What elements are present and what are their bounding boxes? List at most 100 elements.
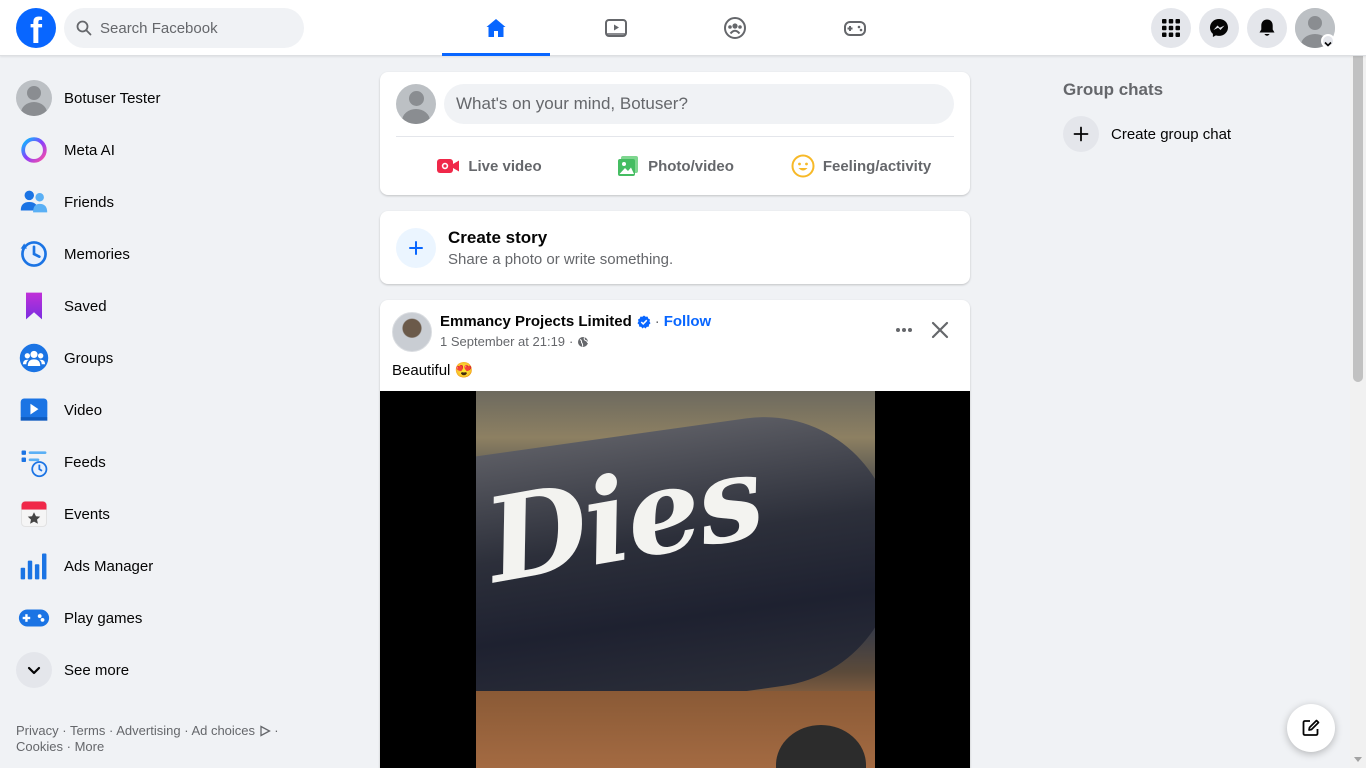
post-author-avatar[interactable] — [392, 312, 432, 352]
sidebar-item-friends[interactable]: Friends — [8, 176, 348, 228]
sidebar-item-memories[interactable]: Memories — [8, 228, 348, 280]
create-story-title: Create story — [448, 228, 548, 247]
sidebar-item-ads-manager[interactable]: Ads Manager — [8, 540, 348, 592]
facebook-logo[interactable]: f — [16, 8, 56, 48]
post-options-button[interactable] — [888, 314, 920, 346]
tab-home[interactable] — [442, 0, 550, 56]
sidebar-item-label: Meta AI — [64, 141, 115, 159]
hide-post-button[interactable] — [924, 314, 956, 346]
groups-icon — [16, 340, 52, 376]
sidebar-item-groups[interactable]: Groups — [8, 332, 348, 384]
tab-video[interactable] — [562, 0, 670, 56]
sidebar-item-label: Ads Manager — [64, 557, 154, 575]
video-icon — [16, 392, 52, 428]
post-meta: 1 September at 21:19 · — [440, 334, 589, 349]
sidebar-item-feeds[interactable]: Feeds — [8, 436, 348, 488]
scrollbar-thumb[interactable] — [1353, 16, 1363, 382]
feeling-icon — [791, 154, 815, 178]
live-video-button[interactable]: Live video — [396, 146, 582, 186]
search-input[interactable] — [100, 19, 290, 37]
sidebar-item-label: Friends — [64, 193, 115, 211]
play-games-icon — [16, 600, 52, 636]
tab-groups[interactable] — [681, 0, 789, 56]
new-message-button[interactable] — [1287, 704, 1335, 752]
search-icon — [76, 20, 92, 36]
sidebar-item-label: Play games — [64, 609, 143, 627]
see-more-icon-wrap — [16, 652, 52, 688]
feeling-activity-button[interactable]: Feeling/activity — [768, 146, 954, 186]
footer-link-privacy[interactable]: Privacy — [16, 723, 59, 738]
sidebar-item-label: Video — [64, 401, 103, 419]
footer-sep: · — [62, 723, 67, 738]
post-header: Emmancy Projects Limited · Follow — [440, 313, 711, 330]
plus-icon-wrap — [1063, 116, 1099, 152]
events-icon — [16, 496, 52, 532]
sidebar-item-play-games[interactable]: Play games — [8, 592, 348, 644]
video-icon — [605, 19, 627, 37]
feeling-activity-label: Feeling/activity — [822, 157, 932, 175]
top-navigation-bar: f — [0, 0, 1366, 56]
friends-icon — [16, 184, 52, 220]
compose-icon — [1302, 719, 1320, 736]
ads-manager-icon — [16, 548, 52, 584]
footer-link-advertising[interactable]: Advertising — [116, 723, 180, 738]
follow-button[interactable]: Follow — [664, 313, 712, 330]
notifications-button[interactable] — [1247, 8, 1287, 48]
footer-sep: · — [109, 723, 114, 738]
sidebar-item-events[interactable]: Events — [8, 488, 348, 540]
groups-icon — [724, 17, 746, 39]
profile-avatar — [16, 80, 52, 116]
footer-sep: · — [274, 723, 279, 738]
verified-badge-icon — [637, 315, 651, 328]
composer-avatar[interactable] — [396, 84, 436, 124]
left-sidebar: Botuser Tester Meta AI Friends Memories … — [8, 72, 348, 696]
footer-link-cookies[interactable]: Cookies — [16, 739, 63, 754]
sidebar-item-profile[interactable]: Botuser Tester — [8, 72, 348, 124]
footer-link-more[interactable]: More — [75, 739, 105, 754]
sidebar-item-label: Memories — [64, 245, 130, 263]
messenger-icon — [1210, 19, 1228, 37]
account-caret[interactable] — [1321, 34, 1335, 48]
scroll-down-arrow[interactable] — [1354, 757, 1362, 762]
sidebar-item-label: Groups — [64, 349, 114, 367]
close-icon — [931, 321, 949, 339]
menu-button[interactable] — [1151, 8, 1191, 48]
status-input[interactable]: What's on your mind, Botuser? — [444, 84, 954, 124]
sidebar-item-meta-ai[interactable]: Meta AI — [8, 124, 348, 176]
footer-link-ad-choices[interactable]: Ad choices — [191, 723, 255, 738]
post-media[interactable]: Dies — [380, 391, 970, 768]
separator: · — [654, 313, 660, 330]
divider — [396, 136, 954, 137]
sidebar-item-saved[interactable]: Saved — [8, 280, 348, 332]
saved-icon — [16, 288, 52, 324]
home-icon — [486, 19, 506, 37]
gaming-icon — [844, 21, 866, 36]
memories-icon — [16, 236, 52, 272]
live-video-label: Live video — [468, 157, 542, 175]
globe-icon — [578, 336, 589, 347]
sidebar-item-label: Events — [64, 505, 110, 523]
plus-icon — [409, 241, 423, 255]
create-story-button[interactable] — [396, 228, 436, 268]
composer-actions: Live video Photo/video Feeling/activity — [396, 146, 954, 186]
search-box[interactable] — [64, 8, 304, 48]
sidebar-item-label: Feeds — [64, 453, 106, 471]
photo-video-button[interactable]: Photo/video — [582, 146, 768, 186]
sidebar-footer: Privacy · Terms · Advertising · Ad choic… — [16, 723, 296, 755]
tab-gaming[interactable] — [801, 0, 909, 56]
messenger-button[interactable] — [1199, 8, 1239, 48]
footer-link-terms[interactable]: Terms — [70, 723, 105, 738]
sidebar-item-see-more[interactable]: See more — [8, 644, 348, 696]
create-group-chat-button[interactable]: Create group chat — [1063, 116, 1231, 152]
sidebar-item-video[interactable]: Video — [8, 384, 348, 436]
ad-choices-icon — [260, 725, 271, 737]
meta-ai-icon — [16, 132, 52, 168]
create-story-card[interactable]: Create story Share a photo or write some… — [380, 211, 970, 284]
footer-sep: · — [66, 739, 71, 754]
notifications-icon — [1259, 19, 1275, 36]
sidebar-item-label: See more — [64, 661, 130, 679]
photo-icon — [618, 156, 639, 176]
post-timestamp[interactable]: 1 September at 21:19 — [440, 334, 565, 349]
separator: · — [569, 334, 574, 349]
post-author-name[interactable]: Emmancy Projects Limited — [440, 313, 632, 330]
